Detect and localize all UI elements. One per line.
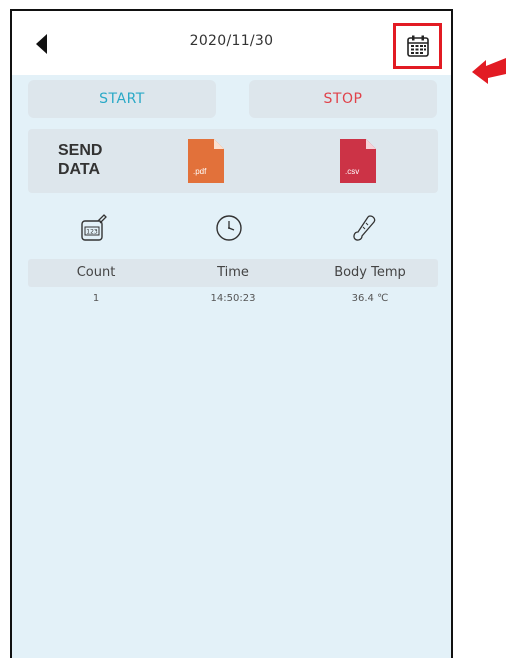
csv-export-button[interactable]: .csv bbox=[340, 139, 376, 183]
pdf-ext-label: .pdf bbox=[193, 167, 207, 176]
csv-file-icon bbox=[340, 139, 376, 183]
cell-count: 1 bbox=[92, 293, 100, 304]
csv-ext-label: .csv bbox=[345, 167, 360, 176]
send-data-label-line1: SEND bbox=[58, 142, 103, 159]
table-row: 1 14:50:23 36.4 ℃ bbox=[28, 289, 438, 309]
send-data-label: SEND DATA bbox=[58, 141, 102, 179]
send-data-label-line2: DATA bbox=[58, 161, 101, 178]
cell-body-temp: 36.4 ℃ bbox=[351, 293, 389, 304]
cell-time: 14:50:23 bbox=[210, 293, 256, 304]
col-header-count: Count bbox=[76, 265, 116, 280]
pointer-arrow-icon bbox=[470, 54, 508, 84]
start-button[interactable]: START bbox=[28, 80, 216, 118]
col-header-body-temp: Body Temp bbox=[334, 265, 406, 280]
counter-icon: 123 bbox=[78, 213, 108, 243]
table-header: Count Time Body Temp bbox=[28, 259, 438, 287]
top-bar: 2020/11/30 bbox=[12, 11, 451, 75]
send-data-panel: SEND DATA .pdf .csv bbox=[28, 129, 438, 193]
calendar-icon bbox=[406, 35, 429, 57]
stop-button[interactable]: STOP bbox=[249, 80, 437, 118]
phone-screen: 2020/11/30 START STOP SEND DATA .pdf .cs… bbox=[10, 9, 453, 658]
calendar-button[interactable] bbox=[393, 23, 442, 69]
pdf-file-icon bbox=[188, 139, 224, 183]
date-label: 2020/11/30 bbox=[189, 33, 274, 49]
svg-text:123: 123 bbox=[86, 229, 98, 236]
thermometer-icon bbox=[350, 213, 380, 243]
clock-icon bbox=[214, 213, 244, 243]
pdf-export-button[interactable]: .pdf bbox=[188, 139, 224, 183]
col-header-time: Time bbox=[217, 265, 249, 280]
